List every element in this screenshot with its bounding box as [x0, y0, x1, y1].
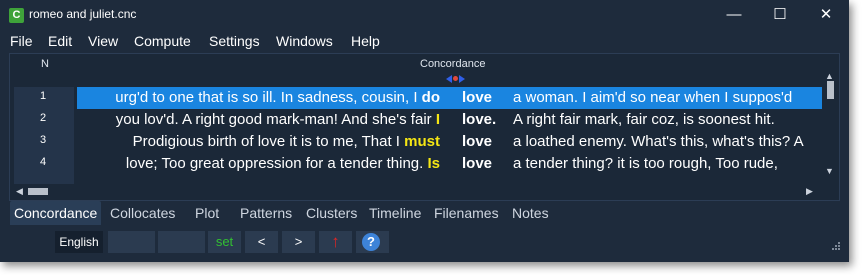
scroll-thumb[interactable] [28, 188, 48, 195]
language-indicator[interactable]: English [55, 231, 103, 253]
collocate-word: Is [427, 155, 440, 172]
tab-patterns[interactable]: Patterns [236, 201, 296, 225]
search-word: love [462, 155, 493, 172]
row-number: 3 [40, 134, 47, 146]
left-context: Prodigious birth of love it is to me, Th… [132, 133, 440, 150]
row-number: 4 [40, 156, 47, 168]
row-number: 1 [40, 90, 47, 102]
status-field-2 [158, 231, 205, 253]
tab-concordance[interactable]: Concordance [10, 201, 102, 225]
table-row[interactable]: 3 Prodigious birth of love it is to me, … [10, 131, 822, 153]
left-context: love; Too great oppression for a tender … [125, 155, 440, 172]
scroll-left-icon[interactable]: ◀ [16, 186, 23, 197]
app-icon: C [9, 8, 24, 23]
row-number: 2 [40, 112, 47, 124]
scroll-up-icon[interactable]: ▲ [825, 71, 834, 81]
set-button[interactable]: set [208, 231, 241, 253]
view-tabs: Concordance Collocates Plot Patterns Clu… [0, 201, 849, 226]
tab-collocates[interactable]: Collocates [106, 201, 179, 225]
search-word: love [462, 133, 493, 150]
resize-grip-icon[interactable] [829, 241, 841, 253]
scroll-thumb[interactable] [827, 81, 834, 99]
vertical-scrollbar[interactable]: ▲ ▼ [823, 69, 838, 184]
scroll-right-icon[interactable]: ▶ [806, 186, 813, 197]
menu-edit[interactable]: Edit [48, 33, 72, 49]
sort-left-icon[interactable] [446, 75, 452, 83]
column-header-concordance[interactable]: Concordance [420, 58, 485, 70]
maximize-button[interactable]: ☐ [757, 0, 803, 30]
tab-filenames[interactable]: Filenames [430, 201, 503, 225]
menu-help[interactable]: Help [351, 33, 380, 49]
status-toolbar: English set < > ↑ ? [0, 227, 849, 257]
previous-button[interactable]: < [245, 231, 278, 253]
menu-windows[interactable]: Windows [276, 33, 333, 49]
table-row[interactable]: 4 love; Too great oppression for a tende… [10, 153, 822, 175]
right-context: a woman. I aim'd so near when I suppos'd [513, 89, 793, 106]
right-context: a loathed enemy. What's this, what's thi… [513, 133, 804, 150]
table-row[interactable]: 2 you lov'd. A right good mark-man! And … [10, 109, 822, 131]
menu-bar: File Edit View Compute Settings Windows … [0, 30, 849, 52]
left-context: you lov'd. A right good mark-man! And sh… [115, 111, 440, 128]
tab-plot[interactable]: Plot [191, 201, 223, 225]
tab-notes[interactable]: Notes [508, 201, 553, 225]
right-context: a tender thing? it is too rough, Too rud… [513, 155, 778, 172]
collocate-word: I [435, 111, 440, 128]
right-context: A right fair mark, fair coz, is soonest … [513, 111, 775, 128]
search-word: love [462, 89, 493, 106]
left-context: urg'd to one that is so ill. In sadness,… [115, 89, 440, 106]
help-button[interactable]: ? [356, 231, 389, 253]
column-header-n[interactable]: N [41, 58, 49, 70]
title-bar: C romeo and juliet.cnc — ☐ ✕ [0, 0, 849, 30]
menu-settings[interactable]: Settings [209, 33, 260, 49]
scroll-down-icon[interactable]: ▼ [825, 166, 834, 176]
collocate-word: do [421, 89, 440, 106]
collocate-word: must [404, 133, 440, 150]
search-word: love. [462, 111, 497, 128]
help-icon: ? [362, 233, 380, 251]
table-row[interactable]: 1 urg'd to one that is so ill. In sadnes… [10, 87, 822, 109]
tab-clusters[interactable]: Clusters [302, 201, 361, 225]
app-window: C romeo and juliet.cnc — ☐ ✕ File Edit V… [0, 0, 849, 262]
sort-center-icon[interactable] [453, 76, 458, 81]
next-button[interactable]: > [282, 231, 315, 253]
menu-view[interactable]: View [88, 33, 118, 49]
window-title: romeo and juliet.cnc [29, 7, 137, 21]
menu-file[interactable]: File [10, 33, 33, 49]
up-arrow-icon[interactable]: ↑ [319, 231, 352, 253]
status-field-1 [108, 231, 155, 253]
menu-compute[interactable]: Compute [134, 33, 191, 49]
concordance-table: N Concordance 1 urg'd to one that is so … [9, 53, 840, 201]
horizontal-scrollbar[interactable]: ◀ ▶ [14, 184, 822, 199]
tab-timeline[interactable]: Timeline [365, 201, 425, 225]
minimize-button[interactable]: — [711, 0, 757, 30]
close-button[interactable]: ✕ [803, 0, 849, 30]
sort-right-icon[interactable] [459, 75, 465, 83]
